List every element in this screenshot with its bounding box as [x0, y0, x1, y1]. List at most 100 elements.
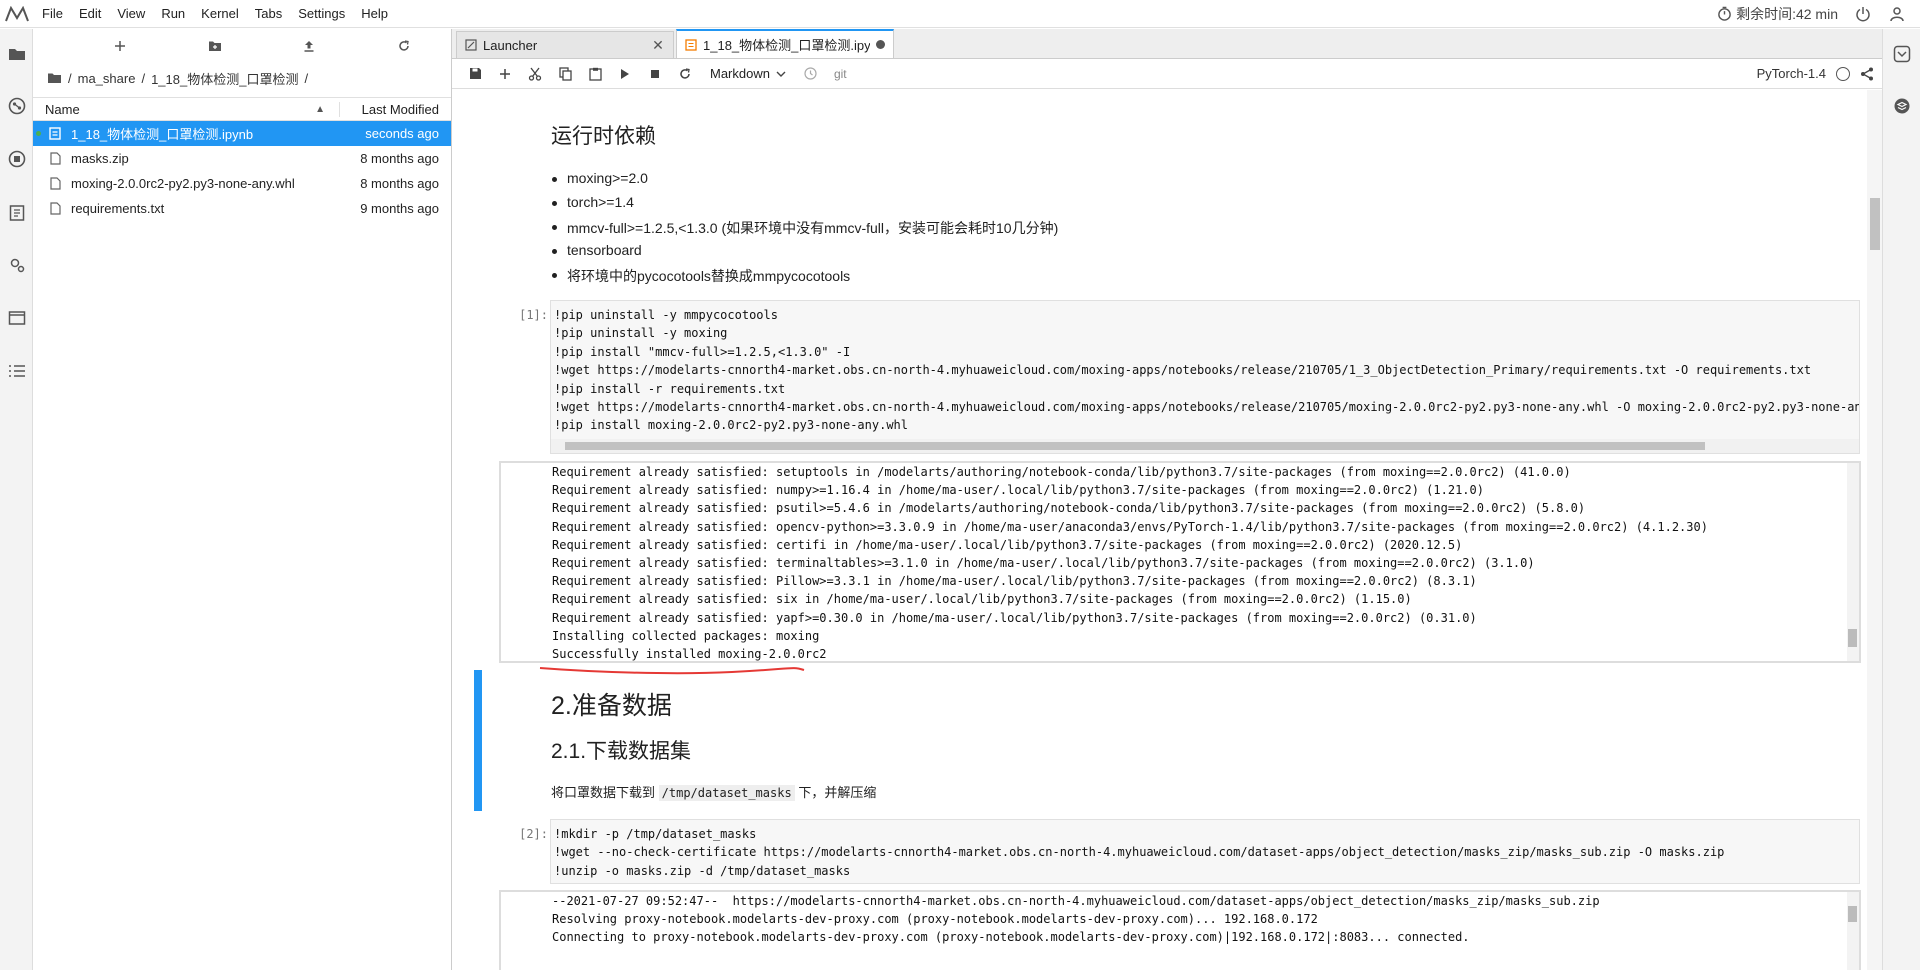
plus-icon: [115, 41, 126, 51]
clipboard-icon[interactable]: [6, 201, 28, 223]
code-line: !unzip -o masks.zip -d /tmp/dataset_mask…: [554, 863, 851, 878]
output-line: Resolving proxy-notebook.modelarts-dev-p…: [552, 912, 1318, 927]
output-line: Requirement already satisfied: opencv-py…: [552, 519, 1708, 534]
output-line: Requirement already satisfied: numpy>=1.…: [552, 483, 1484, 498]
download-text-pre: 将口罩数据下载到: [551, 785, 656, 800]
code-line: !pip install moxing-2.0.0rc2-py2.py3-non…: [554, 418, 909, 433]
layers-icon[interactable]: [1891, 95, 1913, 117]
cell-prompt: [1]:: [519, 308, 548, 322]
file-row-masks-zip[interactable]: masks.zip 8 months ago: [33, 146, 451, 171]
notebook-content: 运行时依赖 moxing>=2.0 torch>=1.4 mmcv-full>=…: [452, 90, 1872, 970]
code-cell-1[interactable]: !pip uninstall -y mmpycocotools !pip uni…: [550, 300, 1860, 454]
menu-tabs[interactable]: Tabs: [247, 0, 290, 28]
menu-bar: File Edit View Run Kernel Tabs Settings …: [0, 0, 1920, 28]
property-inspector-icon[interactable]: [1891, 43, 1913, 65]
new-folder-icon: [208, 41, 221, 51]
active-cell-indicator[interactable]: [474, 670, 482, 811]
output-cell-2: --2021-07-27 09:52:47-- https://modelart…: [499, 890, 1861, 970]
file-name: masks.zip: [71, 151, 129, 166]
heading-runtime-deps: 运行时依赖: [551, 125, 656, 148]
tabs-icon[interactable]: [6, 307, 28, 329]
file-list-header: Name ▲ Last Modified: [33, 97, 451, 121]
scrollbar-thumb[interactable]: [1848, 629, 1857, 647]
dep-item: torch>=1.4: [552, 194, 634, 210]
refresh-button[interactable]: [357, 40, 452, 52]
dep-item: tensorboard: [552, 242, 642, 258]
file-row-notebook[interactable]: 1_18_物体检测_口罩检测.ipynb seconds ago: [33, 121, 451, 146]
scrollbar-thumb[interactable]: [1848, 906, 1857, 922]
column-name-header[interactable]: Name ▲: [33, 102, 339, 117]
remaining-time-text: 剩余时间:42 min: [1736, 5, 1838, 22]
power-icon[interactable]: [1852, 6, 1874, 22]
remaining-time: 剩余时间:42 min: [1717, 4, 1838, 24]
code-line: !pip uninstall -y moxing: [554, 326, 728, 341]
column-modified-header[interactable]: Last Modified: [339, 101, 451, 117]
output-line: Installing collected packages: moxing: [552, 628, 820, 643]
breadcrumb-sep: /: [68, 70, 72, 86]
output-line: Requirement already satisfied: Pillow>=3…: [552, 574, 1477, 589]
code-line: !mkdir -p /tmp/dataset_masks: [554, 827, 757, 841]
output-line: Requirement already satisfied: terminalt…: [552, 556, 1535, 571]
sort-up-icon: ▲: [315, 103, 325, 115]
dep-item: moxing>=2.0: [552, 170, 648, 186]
output-scrollbar[interactable]: [1847, 463, 1859, 661]
output-line: Requirement already satisfied: six in /h…: [552, 592, 1412, 607]
file-icon: [45, 152, 65, 165]
menu-run[interactable]: Run: [153, 0, 193, 28]
menu-help[interactable]: Help: [353, 0, 396, 28]
code-line: !pip install -r requirements.txt: [554, 381, 786, 396]
left-activity-bar: [0, 29, 33, 970]
code-line: !pip install "mmcv-full>=1.2.5,<1.3.0" -…: [554, 344, 851, 359]
file-name: requirements.txt: [71, 201, 165, 216]
output-line: Connecting to proxy-notebook.modelarts-d…: [552, 930, 1470, 945]
output-scrollbar[interactable]: [1847, 892, 1859, 970]
file-browser-toolbar: [33, 29, 451, 63]
menu-settings[interactable]: Settings: [290, 0, 353, 28]
upload-icon: [304, 41, 314, 52]
file-row-moxing-whl[interactable]: moxing-2.0.0rc2-py2.py3-none-any.whl 8 m…: [33, 171, 451, 196]
output-cell-1: Requirement already satisfied: setuptool…: [499, 461, 1861, 663]
scrollbar-thumb[interactable]: [565, 442, 1705, 450]
breadcrumb-ma-share[interactable]: ma_share: [78, 71, 136, 86]
code-cell-2[interactable]: !mkdir -p /tmp/dataset_masks !wget --no-…: [550, 819, 1860, 884]
horizontal-scrollbar[interactable]: [551, 439, 1859, 453]
file-modified: 9 months ago: [360, 201, 439, 216]
refresh-icon: [399, 40, 409, 51]
heading-prepare-data: 2.准备数据: [551, 692, 672, 720]
menu-kernel[interactable]: Kernel: [193, 0, 247, 28]
download-description: 将口罩数据下载到 /tmp/dataset_masks 下，并解压缩: [551, 782, 876, 801]
output-line: Requirement already satisfied: setuptool…: [552, 465, 1571, 479]
notebook-icon: [45, 127, 65, 140]
breadcrumb-sep: /: [141, 70, 146, 86]
folder-icon[interactable]: [6, 43, 28, 65]
git-icon[interactable]: [6, 95, 28, 117]
file-row-requirements[interactable]: requirements.txt 9 months ago: [33, 196, 451, 221]
download-path-code: /tmp/dataset_masks: [658, 785, 795, 801]
file-modified: 8 months ago: [360, 151, 439, 166]
stopwatch-icon: [1718, 6, 1731, 21]
menu-edit[interactable]: Edit: [71, 0, 109, 28]
code-line: !pip uninstall -y mmpycocotools: [554, 308, 778, 322]
folder-icon[interactable]: [47, 72, 62, 84]
running-dot: [36, 131, 41, 136]
toc-icon[interactable]: [6, 360, 28, 382]
menu-file[interactable]: File: [34, 0, 71, 28]
new-folder-button[interactable]: [168, 40, 263, 52]
scrollbar-thumb[interactable]: [1870, 198, 1880, 250]
new-launcher-button[interactable]: [73, 40, 168, 52]
file-list: 1_18_物体检测_口罩检测.ipynb seconds ago masks.z…: [33, 121, 451, 221]
extensions-icon[interactable]: [6, 254, 28, 276]
file-browser: / ma_share / 1_18_物体检测_口罩检测 / Name ▲ Las…: [33, 29, 452, 970]
output-line: Requirement already satisfied: psutil>=5…: [552, 501, 1586, 516]
breadcrumb-folder[interactable]: 1_18_物体检测_口罩检测: [151, 69, 298, 88]
menu-view[interactable]: View: [109, 0, 153, 28]
notebook-scrollbar[interactable]: [1867, 90, 1882, 970]
output-line: Requirement already satisfied: yapf>=0.3…: [552, 610, 1477, 625]
file-name: 1_18_物体检测_口罩检测.ipynb: [71, 127, 254, 142]
cell-prompt: [2]:: [519, 827, 548, 841]
red-underline-annotation: [539, 667, 805, 675]
output-line: Successfully installed moxing-2.0.0rc2: [552, 647, 827, 662]
user-icon[interactable]: [1886, 6, 1908, 22]
running-kernels-icon[interactable]: [6, 148, 28, 170]
upload-button[interactable]: [262, 40, 357, 52]
